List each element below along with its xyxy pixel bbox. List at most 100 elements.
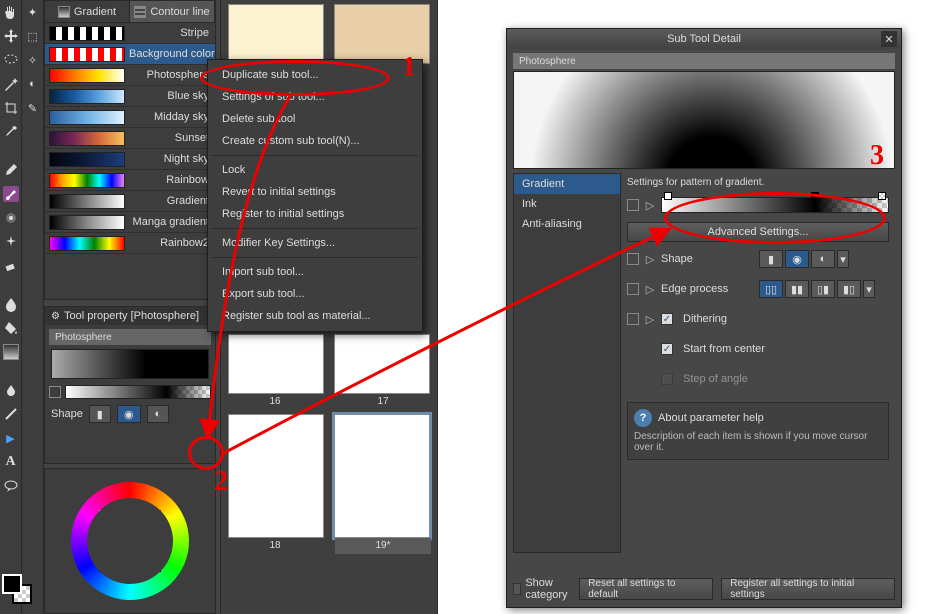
expand-icon[interactable]: ▷	[645, 283, 655, 296]
eyedropper-icon[interactable]	[3, 124, 19, 140]
menu-item[interactable]: Modifier Key Settings...	[208, 232, 422, 254]
gradient-list[interactable]: StripeBackground color stripePhotosphere…	[45, 23, 215, 299]
gradient-preset-row[interactable]: Midday sky	[45, 107, 215, 128]
page-thumb[interactable]	[334, 4, 430, 64]
title-bar[interactable]: Sub Tool Detail ✕	[507, 29, 901, 49]
gradient-stop[interactable]	[878, 192, 886, 200]
menu-item[interactable]: Lock	[208, 159, 422, 181]
gradient-preset-row[interactable]: Gradient	[45, 191, 215, 212]
page-thumb[interactable]	[228, 414, 324, 538]
menu-item[interactable]: Settings of sub tool...	[208, 86, 422, 108]
gradient-preset-row[interactable]: Rainbow2	[45, 233, 215, 254]
gradient-preset-label: Midday sky	[129, 111, 215, 123]
gradient-tool-icon[interactable]	[3, 344, 19, 360]
gradient-slider[interactable]	[65, 385, 211, 399]
page-thumb[interactable]	[228, 334, 324, 394]
gradient-preset-row[interactable]: Photosphere	[45, 65, 215, 86]
category-list[interactable]: GradientInkAnti-aliasing	[513, 173, 621, 553]
category-item[interactable]: Gradient	[514, 174, 620, 194]
decoration-tool-icon[interactable]	[3, 234, 19, 250]
shape-tool-icon[interactable]: ▶	[3, 430, 19, 446]
start-from-center-checkbox[interactable]: ✓	[661, 343, 673, 355]
page-thumb[interactable]	[334, 414, 430, 538]
subtool-icon[interactable]: ✧	[25, 52, 41, 68]
menu-separator	[212, 155, 418, 156]
eye-toggle-icon[interactable]	[49, 386, 61, 398]
balloon-tool-icon[interactable]	[3, 478, 19, 494]
edge-opt-button[interactable]: ▮▮	[785, 280, 809, 298]
fg-color-icon[interactable]	[2, 574, 22, 594]
shape-linear-button[interactable]: ▮	[759, 250, 783, 268]
menu-item[interactable]: Import sub tool...	[208, 261, 422, 283]
blend-tool-icon[interactable]	[3, 296, 19, 312]
fill-tool-icon[interactable]	[3, 320, 19, 336]
menu-item[interactable]: Create custom sub tool(N)...	[208, 130, 422, 152]
color-square[interactable]	[99, 510, 161, 572]
wand-tool-icon[interactable]	[3, 76, 19, 92]
edge-opt-button[interactable]: ▮▯	[837, 280, 861, 298]
menu-item[interactable]: Register sub tool as material...	[208, 305, 422, 327]
close-button[interactable]: ✕	[881, 31, 897, 47]
reset-defaults-button[interactable]: Reset all settings to default	[579, 578, 713, 600]
expand-icon[interactable]: ▷	[645, 199, 655, 212]
category-item[interactable]: Ink	[514, 194, 620, 214]
category-item[interactable]: Anti-aliasing	[514, 214, 620, 234]
airbrush-tool-icon[interactable]	[3, 210, 19, 226]
gradient-preset-row[interactable]: Manga gradient	[45, 212, 215, 233]
lasso-tool-icon[interactable]	[3, 52, 19, 68]
expand-icon[interactable]: ▷	[645, 253, 655, 266]
gradient-editor-bar[interactable]	[661, 197, 889, 213]
subtool-icon[interactable]: ◐	[25, 76, 41, 92]
edge-opt-button[interactable]: ▯▮	[811, 280, 835, 298]
menu-item[interactable]: Duplicate sub tool...	[208, 64, 422, 86]
dithering-checkbox[interactable]: ✓	[661, 313, 673, 325]
expand-icon[interactable]: ▷	[645, 313, 655, 326]
menu-item[interactable]: Revert to initial settings	[208, 181, 422, 203]
gradient-preset-row[interactable]: Background color stripe	[45, 44, 215, 65]
menu-item[interactable]: Delete sub tool	[208, 108, 422, 130]
shape-radial-button[interactable]: ◉	[785, 250, 809, 268]
shape-more-button[interactable]: ▾	[837, 250, 849, 268]
menu-item[interactable]: Register to initial settings	[208, 203, 422, 225]
eye-toggle-icon[interactable]	[627, 283, 639, 295]
text-tool-icon[interactable]: A	[3, 454, 19, 470]
color-wheel[interactable]	[71, 482, 189, 600]
shape-radial-button[interactable]: ◉	[117, 405, 141, 423]
shape-ellipse-button[interactable]: ◐	[147, 405, 169, 423]
fg-bg-color-swatch[interactable]	[2, 574, 38, 600]
gradient-preset-row[interactable]: Sunset	[45, 128, 215, 149]
edge-more-button[interactable]: ▾	[863, 280, 875, 298]
hand-tool-icon[interactable]	[3, 4, 19, 20]
shape-linear-button[interactable]: ▮	[89, 405, 111, 423]
shape-ellipse-button[interactable]: ◐	[811, 250, 835, 268]
eye-toggle-icon[interactable]	[627, 253, 639, 265]
page-thumb[interactable]	[228, 4, 324, 64]
line-tool-icon[interactable]	[3, 406, 19, 422]
tab-contour[interactable]: Contour line	[130, 1, 215, 22]
blur-tool-icon[interactable]	[3, 382, 19, 398]
eye-toggle-icon[interactable]	[627, 313, 639, 325]
edge-opt-button[interactable]: ▯▯	[759, 280, 783, 298]
pen-tool-icon[interactable]	[3, 162, 19, 178]
advanced-settings-button[interactable]: Advanced Settings...	[627, 222, 889, 242]
gradient-stop[interactable]	[811, 192, 819, 200]
subtool-icon[interactable]: ✦	[25, 4, 41, 20]
eye-toggle-icon[interactable]	[627, 199, 639, 211]
page-thumb[interactable]	[334, 334, 430, 394]
gradient-preset-row[interactable]: Rainbow	[45, 170, 215, 191]
register-initial-button[interactable]: Register all settings to initial setting…	[721, 578, 895, 600]
menu-item[interactable]: Export sub tool...	[208, 283, 422, 305]
gradient-preset-row[interactable]: Night sky	[45, 149, 215, 170]
subtool-icon[interactable]: ⬚	[25, 28, 41, 44]
subtool-name-field[interactable]: Photosphere	[513, 53, 895, 69]
subtool-icon[interactable]: ✎	[25, 100, 41, 116]
move-tool-icon[interactable]	[3, 28, 19, 44]
show-category-checkbox[interactable]	[513, 583, 521, 595]
brush-tool-icon[interactable]	[3, 186, 19, 202]
gradient-preset-row[interactable]: Blue sky	[45, 86, 215, 107]
tab-gradient[interactable]: Gradient	[45, 1, 130, 22]
eraser-tool-icon[interactable]	[3, 258, 19, 274]
crop-tool-icon[interactable]	[3, 100, 19, 116]
gradient-stop[interactable]	[664, 192, 672, 200]
gradient-preset-row[interactable]: Stripe	[45, 23, 215, 44]
